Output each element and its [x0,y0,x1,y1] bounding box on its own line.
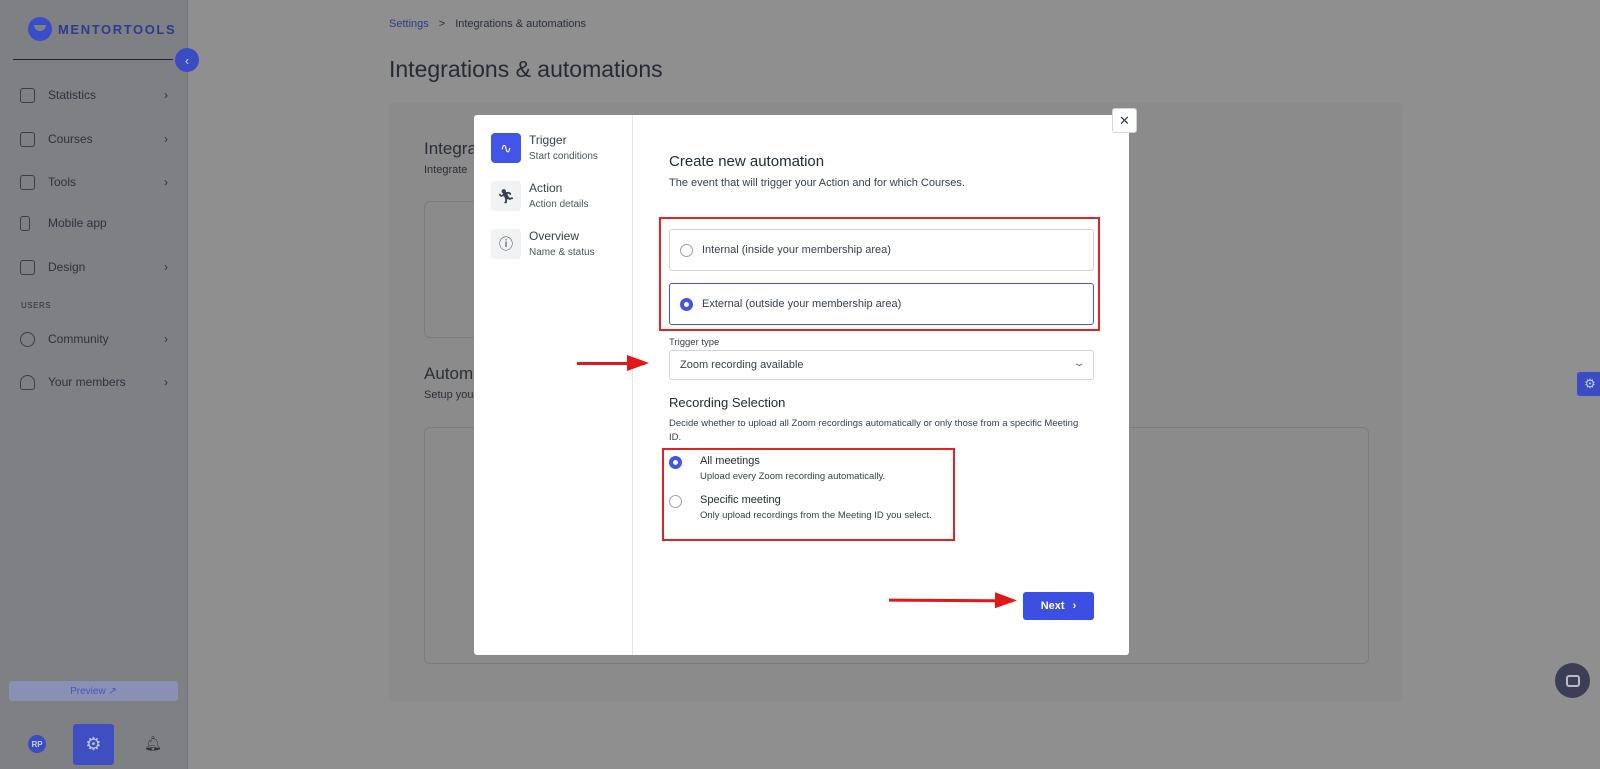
user-icon [20,374,35,390]
option-title: All meetings [700,455,760,467]
option-title: Specific meeting [700,494,781,506]
step-title: Trigger [529,133,567,147]
step-action[interactable]: 🏃︎ Action Action details [491,181,588,211]
chat-icon [1565,674,1580,687]
step-title: Action [529,181,563,195]
annotation-arrow-trigger-type [577,355,649,371]
next-button[interactable]: Next › [1023,592,1094,620]
modal-title: Create new automation [669,153,825,170]
sidebar: MENTORTOOLS ‹ Statistics › Courses › Too… [0,0,199,769]
option-subtitle: Upload every Zoom recording automaticall… [700,471,886,482]
people-icon [20,331,35,347]
recording-selection-title: Recording Selection [669,395,786,410]
sidebar-item-design[interactable]: Design › [20,256,168,278]
option-subtitle: Only upload recordings from the Meeting … [700,510,932,521]
gear-icon: ⚙ [1584,376,1596,391]
chevron-down-icon: ⌄ [1072,358,1086,369]
trigger-type-value: Zoom recording available [680,359,804,371]
radio-button[interactable] [669,495,682,508]
trigger-type-label: Trigger type [669,337,720,348]
close-button[interactable]: ✕ [1112,108,1137,133]
sidebar-item-label: Your members [48,375,126,389]
step-subtitle: Action details [529,199,589,210]
trigger-type-select[interactable]: Zoom recording available ⌄ [669,350,1094,380]
sidebar-divider [13,59,173,60]
sidebar-item-label: Tools [48,175,77,189]
option-internal[interactable]: Internal (inside your membership area) [669,229,1094,271]
chevron-left-icon: ‹ [184,52,190,68]
breadcrumb: Settings > Integrations & automations [389,18,586,30]
step-overview[interactable]: ⓘ Overview Name & status [491,229,595,259]
step-subtitle: Name & status [529,247,595,258]
integrations-section-title: Integra [424,139,477,158]
logo[interactable]: MENTORTOOLS [28,17,176,41]
logo-icon [28,17,52,41]
chat-button[interactable] [1555,663,1590,698]
option-specific-meeting[interactable]: Specific meeting Only upload recordings … [669,494,932,521]
option-label: External (outside your membership area) [702,298,902,310]
chevron-right-icon: › [164,132,168,146]
activity-icon: ∿ [491,133,521,163]
phone-icon [20,215,30,231]
breadcrumb-current: Integrations & automations [455,18,587,30]
chevron-right-icon: › [164,375,168,389]
preview-button[interactable]: Preview ↗ [9,681,178,701]
close-icon: ✕ [1119,112,1130,128]
chevron-right-icon: › [164,332,168,346]
gear-icon: ⚙ [85,734,102,754]
modal-subtitle: The event that will trigger your Action … [669,177,965,189]
settings-button[interactable]: ⚙ [73,724,114,765]
option-all-meetings[interactable]: All meetings Upload every Zoom recording… [669,455,885,482]
chevron-right-icon: › [164,88,168,102]
sidebar-item-courses[interactable]: Courses › [20,128,168,150]
chevron-right-icon: › [1072,600,1077,612]
sidebar-item-mobile-app[interactable]: Mobile app [20,212,168,234]
automations-section-title: Autom [424,364,474,383]
sidebar-item-label: Mobile app [48,216,107,230]
recording-selection-description: Decide whether to upload all Zoom record… [669,418,1079,443]
sidebar-item-label: Community [48,332,109,346]
avatar[interactable]: RP [28,735,46,753]
step-trigger[interactable]: ∿ Trigger Start conditions [491,133,598,163]
sidebar-item-label: Courses [48,132,93,146]
chevron-right-icon: > [438,18,446,30]
logo-text: MENTORTOOLS [58,21,177,37]
sidebar-item-label: Statistics [48,88,97,102]
sidebar-item-tools[interactable]: Tools › [20,171,168,193]
running-icon: 🏃︎ [491,181,521,211]
step-title: Overview [529,229,580,243]
radio-button[interactable] [680,297,693,311]
integrations-section-subtitle: Integrate [424,164,468,176]
option-label: Internal (inside your membership area) [702,244,891,256]
sidebar-item-label: Design [48,260,86,274]
sidebar-item-statistics[interactable]: Statistics › [20,84,168,106]
radio-button[interactable] [669,456,682,469]
chevron-right-icon: › [164,175,168,189]
sidebar-item-community[interactable]: Community › [20,328,168,350]
radio-button[interactable] [680,243,693,257]
sidebar-item-your-members[interactable]: Your members › [20,371,168,393]
pencil-icon [20,259,35,275]
create-automation-modal: ∿ Trigger Start conditions 🏃︎ Action Act… [474,115,1129,655]
step-subtitle: Start conditions [529,151,598,162]
megaphone-icon [20,174,35,190]
option-external[interactable]: External (outside your membership area) [669,283,1094,325]
chevron-right-icon: › [164,260,168,274]
floating-settings-button[interactable]: ⚙ [1577,372,1600,396]
section-label-users: USERS [21,301,52,310]
book-icon [20,131,35,147]
next-button-label: Next [1040,600,1065,612]
bell-icon[interactable]: 🔔︎ [144,735,162,752]
page-title: Integrations & automations [389,56,663,82]
collapse-sidebar-button[interactable]: ‹ [175,48,199,72]
steps-sidebar: ∿ Trigger Start conditions 🏃︎ Action Act… [474,115,633,655]
automations-section-subtitle: Setup you [424,389,474,401]
info-icon: ⓘ [491,229,521,259]
bar-chart-icon [20,87,35,103]
breadcrumb-settings-link[interactable]: Settings [389,18,429,30]
